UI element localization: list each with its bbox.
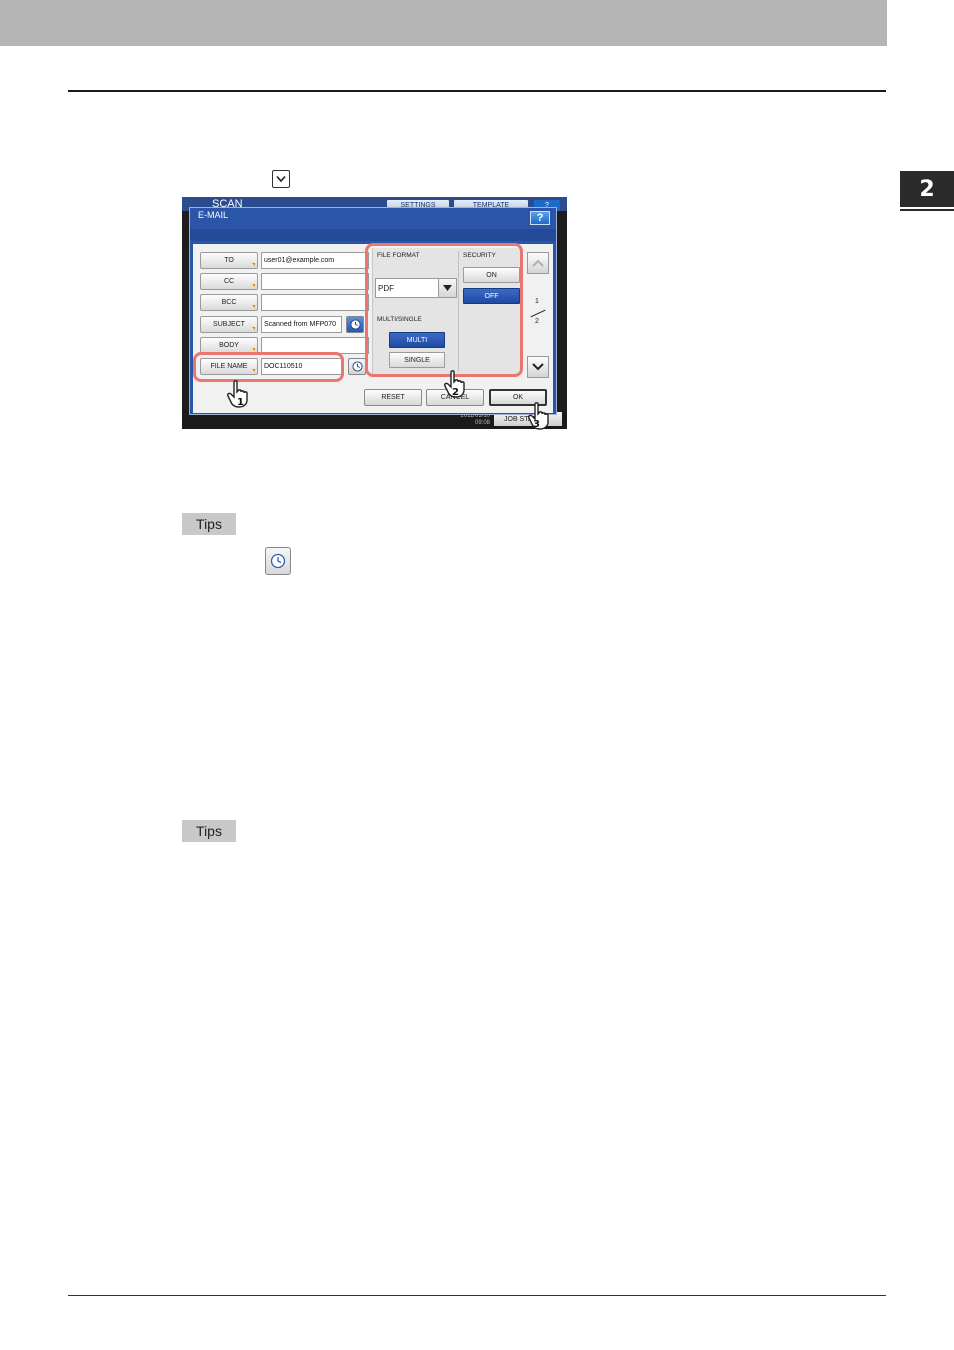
background-clock: 2011/03/10 09:08 — [460, 413, 490, 426]
file-name-button[interactable]: FILE NAME — [200, 358, 258, 375]
clock-icon — [265, 547, 291, 575]
page-current: 1 — [535, 298, 539, 305]
file-format-value: PDF — [378, 283, 394, 293]
hand-pointer-icon-step-2: 2 — [444, 370, 465, 398]
security-label: SECURITY — [463, 252, 496, 259]
file-name-field[interactable]: DOC110510 — [261, 358, 342, 375]
chevron-down-icon — [272, 170, 290, 188]
body-field[interactable] — [261, 337, 369, 354]
page-separator — [530, 309, 546, 318]
file-name-date-button[interactable] — [348, 358, 366, 375]
scroll-up-button[interactable] — [527, 252, 549, 274]
body-button[interactable]: BODY — [200, 337, 258, 354]
panel-divider — [458, 251, 459, 371]
subject-date-button[interactable] — [346, 316, 364, 333]
security-on-button[interactable]: ON — [463, 267, 520, 283]
dropdown-arrow-icon[interactable] — [438, 279, 456, 297]
dialog-title: E-MAIL — [198, 210, 229, 220]
chevron-up-icon — [532, 259, 544, 267]
cc-button[interactable]: CC — [200, 273, 258, 290]
chevron-down-icon — [532, 363, 544, 371]
footer-rule — [68, 1295, 886, 1296]
bcc-button[interactable]: BCC — [200, 294, 258, 311]
chapter-tab-underline — [900, 209, 954, 211]
clock-icon — [349, 319, 361, 330]
to-button[interactable]: TO — [200, 252, 258, 269]
dialog-help-button[interactable]: ? — [530, 211, 550, 225]
to-field[interactable]: user01@example.com — [261, 252, 369, 269]
dialog-band — [190, 229, 556, 241]
scroll-down-button[interactable] — [527, 356, 549, 378]
reset-button[interactable]: RESET — [364, 389, 422, 406]
clock-icon — [351, 361, 363, 372]
subject-field[interactable]: Scanned from MFP070 — [261, 316, 342, 333]
hand-pointer-icon-step-1: 1 — [227, 380, 248, 408]
step-2-number: 2 — [452, 387, 459, 398]
tips-label: Tips — [182, 820, 236, 842]
step-3-number: 3 — [533, 419, 540, 430]
chapter-tab: 2 — [900, 171, 954, 207]
header-rule — [68, 90, 886, 92]
format-panel: FILE FORMAT PDF MULTI/SINGLE MULTI SINGL… — [372, 248, 521, 374]
multi-single-label: MULTI/SINGLE — [377, 316, 422, 323]
tips-label: Tips — [182, 513, 236, 535]
cc-field[interactable] — [261, 273, 369, 290]
subject-button[interactable]: SUBJECT — [200, 316, 258, 333]
bcc-field[interactable] — [261, 294, 369, 311]
file-format-label: FILE FORMAT — [377, 252, 420, 259]
step-1-number: 1 — [237, 397, 244, 408]
page-total: 2 — [535, 318, 539, 325]
page-header-bar — [0, 0, 887, 46]
hand-pointer-icon-step-3: 3 — [528, 402, 549, 430]
security-off-button[interactable]: OFF — [463, 288, 520, 304]
file-format-select[interactable]: PDF — [375, 278, 457, 298]
single-button[interactable]: SINGLE — [389, 352, 445, 368]
multi-button[interactable]: MULTI — [389, 332, 445, 348]
